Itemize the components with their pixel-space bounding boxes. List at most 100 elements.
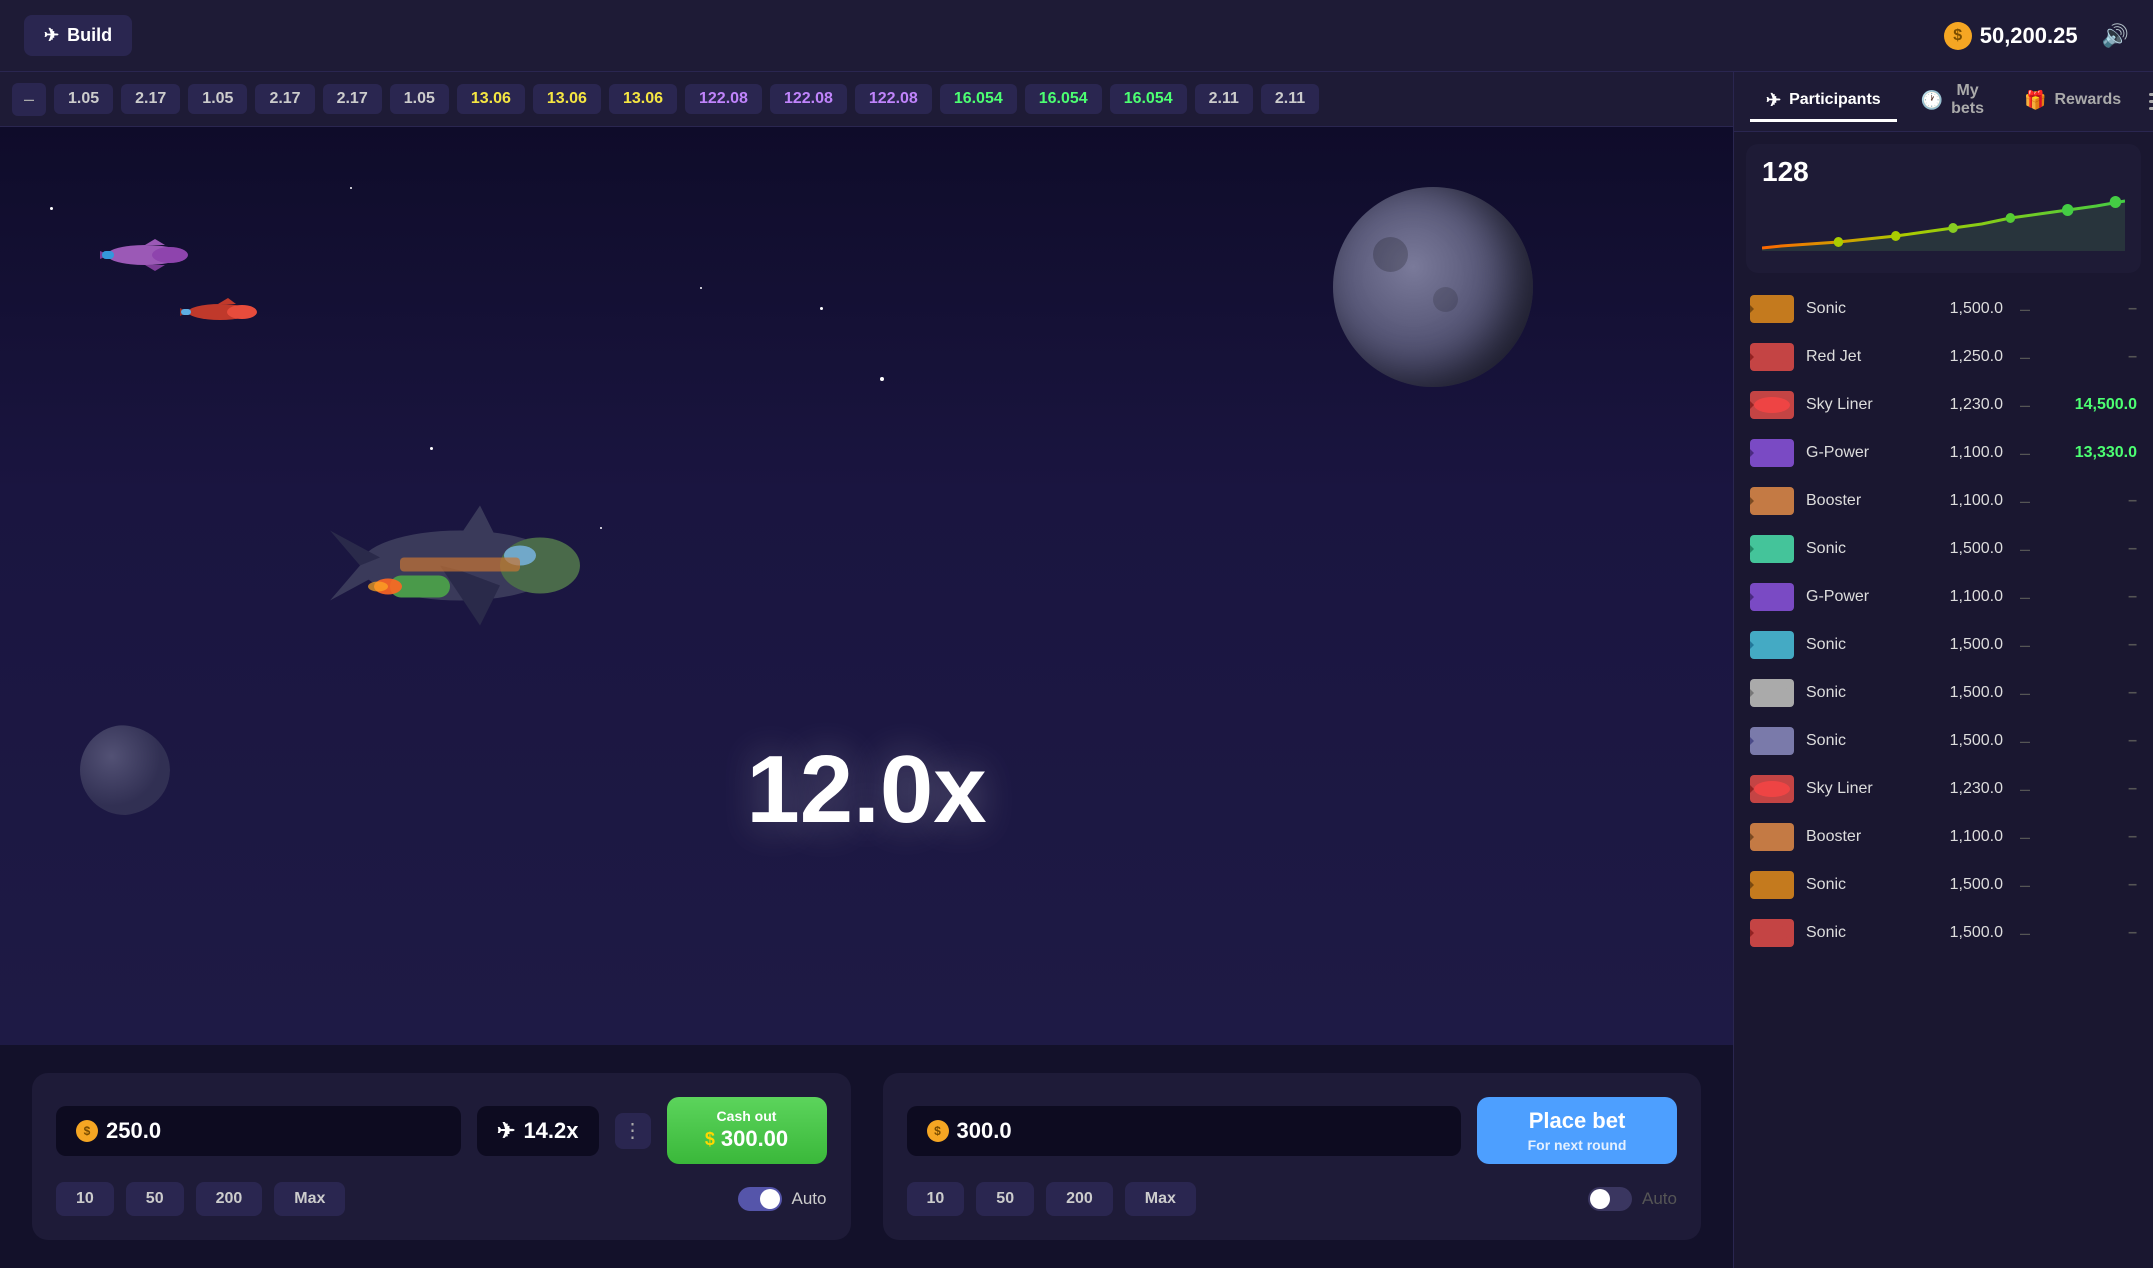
tab-participants[interactable]: ✈ Participants [1750, 82, 1897, 122]
auto-label-2: Auto [1642, 1189, 1677, 1209]
quick-bet-50-2[interactable]: 50 [976, 1182, 1034, 1216]
participant-name: Red Jet [1806, 348, 1911, 366]
participant-bet: 1,500.0 [1923, 540, 2003, 558]
ticker-item: 16.054 [1025, 84, 1102, 114]
toggle-knob-1 [760, 1189, 780, 1209]
build-label: Build [67, 25, 112, 46]
participant-row: Sonic 1,500.0 – – [1742, 525, 2145, 573]
participant-bet: 1,100.0 [1923, 828, 2003, 846]
main-layout: – 1.05 2.17 1.05 2.17 2.17 1.05 13.06 13… [0, 72, 2153, 1268]
menu-button[interactable] [2145, 89, 2153, 114]
star [600, 527, 602, 529]
cash-out-button[interactable]: Cash out $ 300.00 [667, 1097, 827, 1164]
chart-area: 128 [1746, 144, 2141, 273]
participants-list: Sonic 1,500.0 – – Red Jet 1,250.0 – – [1734, 285, 2153, 1268]
participant-bet: 1,250.0 [1923, 348, 2003, 366]
participant-dash: – [2015, 395, 2035, 416]
participant-avatar [1750, 823, 1794, 851]
star [430, 447, 433, 450]
participant-name: Sonic [1806, 924, 1911, 942]
participant-row: Booster 1,100.0 – – [1742, 813, 2145, 861]
participant-win: 13,330.0 [2047, 444, 2137, 462]
right-tabs: ✈ Participants 🕐 My bets 🎁 Rewards [1734, 72, 2153, 132]
star [350, 187, 352, 189]
controls-bar: $ 250.0 ✈ 14.2x ⋮ Cash out $ 300.00 [0, 1045, 1733, 1268]
header-right: $ 50,200.25 🔊 [1944, 22, 2129, 50]
participant-dash: – [2015, 299, 2035, 320]
participant-avatar [1750, 343, 1794, 371]
participant-avatar [1750, 727, 1794, 755]
game-panel: – 1.05 2.17 1.05 2.17 2.17 1.05 13.06 13… [0, 72, 1733, 1268]
participant-bet: 1,100.0 [1923, 492, 2003, 510]
ticker-item: 1.05 [390, 84, 449, 114]
participant-avatar [1750, 535, 1794, 563]
moon [1333, 187, 1533, 387]
participant-bet: 1,500.0 [1923, 924, 2003, 942]
participant-dash: – [2015, 827, 2035, 848]
ticker-item: 13.06 [533, 84, 601, 114]
participant-dash: – [2015, 635, 2035, 656]
coin-icon-bet2: $ [927, 1120, 949, 1142]
tab-rewards[interactable]: 🎁 Rewards [2008, 82, 2137, 122]
participant-row: Sonic 1,500.0 – – [1742, 717, 2145, 765]
options-button-1[interactable]: ⋮ [615, 1113, 651, 1149]
participant-win: – [2047, 492, 2137, 510]
participant-win: – [2047, 540, 2137, 558]
right-panel: ✈ Participants 🕐 My bets 🎁 Rewards 128 [1733, 72, 2153, 1268]
history-icon: 🕐 [1921, 90, 1943, 111]
participant-name: Sonic [1806, 540, 1911, 558]
coin-icon-bet1: $ [76, 1120, 98, 1142]
balance-value: 50,200.25 [1980, 23, 2078, 49]
participant-win: – [2047, 636, 2137, 654]
participant-row: Sky Liner 1,230.0 – – [1742, 765, 2145, 813]
participant-count: 128 [1762, 156, 2125, 188]
participant-dash: – [2015, 875, 2035, 896]
participant-dash: – [2015, 539, 2035, 560]
participants-icon: ✈ [1766, 90, 1781, 111]
bet-multiplier-1: ✈ 14.2x [477, 1106, 599, 1156]
airplane-small-purple [100, 237, 190, 273]
bet-amount-2[interactable]: $ 300.0 [907, 1106, 1462, 1156]
participant-bet: 1,500.0 [1923, 684, 2003, 702]
quick-bet-10-2[interactable]: 10 [907, 1182, 965, 1216]
ticker-minus-button[interactable]: – [12, 83, 46, 116]
participant-row: Booster 1,100.0 – – [1742, 477, 2145, 525]
quick-bet-max-1[interactable]: Max [274, 1182, 345, 1216]
bet-panel-1: $ 250.0 ✈ 14.2x ⋮ Cash out $ 300.00 [32, 1073, 851, 1240]
star [50, 207, 53, 210]
ticker-item: 2.11 [1261, 84, 1319, 114]
menu-line-3 [2149, 107, 2153, 110]
quick-bet-max-2[interactable]: Max [1125, 1182, 1196, 1216]
volume-icon[interactable]: 🔊 [2102, 23, 2129, 49]
participant-name: Booster [1806, 492, 1911, 510]
participant-win: – [2047, 876, 2137, 894]
participant-win: – [2047, 300, 2137, 318]
participant-row: Sonic 1,500.0 – – [1742, 909, 2145, 957]
quick-bet-10-1[interactable]: 10 [56, 1182, 114, 1216]
participant-bet: 1,500.0 [1923, 732, 2003, 750]
bet-amount-1: $ 250.0 [56, 1106, 461, 1156]
participant-avatar [1750, 775, 1794, 803]
participant-avatar [1750, 583, 1794, 611]
participant-win: – [2047, 924, 2137, 942]
participant-name: G-Power [1806, 588, 1911, 606]
participant-bet: 1,500.0 [1923, 300, 2003, 318]
place-bet-button[interactable]: Place bet For next round [1477, 1097, 1677, 1164]
balance-display: $ 50,200.25 [1944, 22, 2078, 50]
tab-my-bets[interactable]: 🕐 My bets [1905, 74, 2000, 129]
participant-bet: 1,230.0 [1923, 780, 2003, 798]
quick-bet-200-2[interactable]: 200 [1046, 1182, 1113, 1216]
game-canvas: 12.0x [0, 127, 1733, 1045]
participant-avatar [1750, 631, 1794, 659]
quick-bet-200-1[interactable]: 200 [196, 1182, 263, 1216]
ticker-item: 122.08 [685, 84, 762, 114]
participant-row: Sonic 1,500.0 – – [1742, 861, 2145, 909]
build-button[interactable]: ✈ Build [24, 15, 132, 56]
auto-switch-1[interactable] [738, 1187, 782, 1211]
ticker-item: 2.11 [1195, 84, 1253, 114]
participant-name: Sky Liner [1806, 396, 1911, 414]
participant-name: Sky Liner [1806, 780, 1911, 798]
quick-bet-50-1[interactable]: 50 [126, 1182, 184, 1216]
participant-bet: 1,100.0 [1923, 588, 2003, 606]
auto-switch-2[interactable] [1588, 1187, 1632, 1211]
